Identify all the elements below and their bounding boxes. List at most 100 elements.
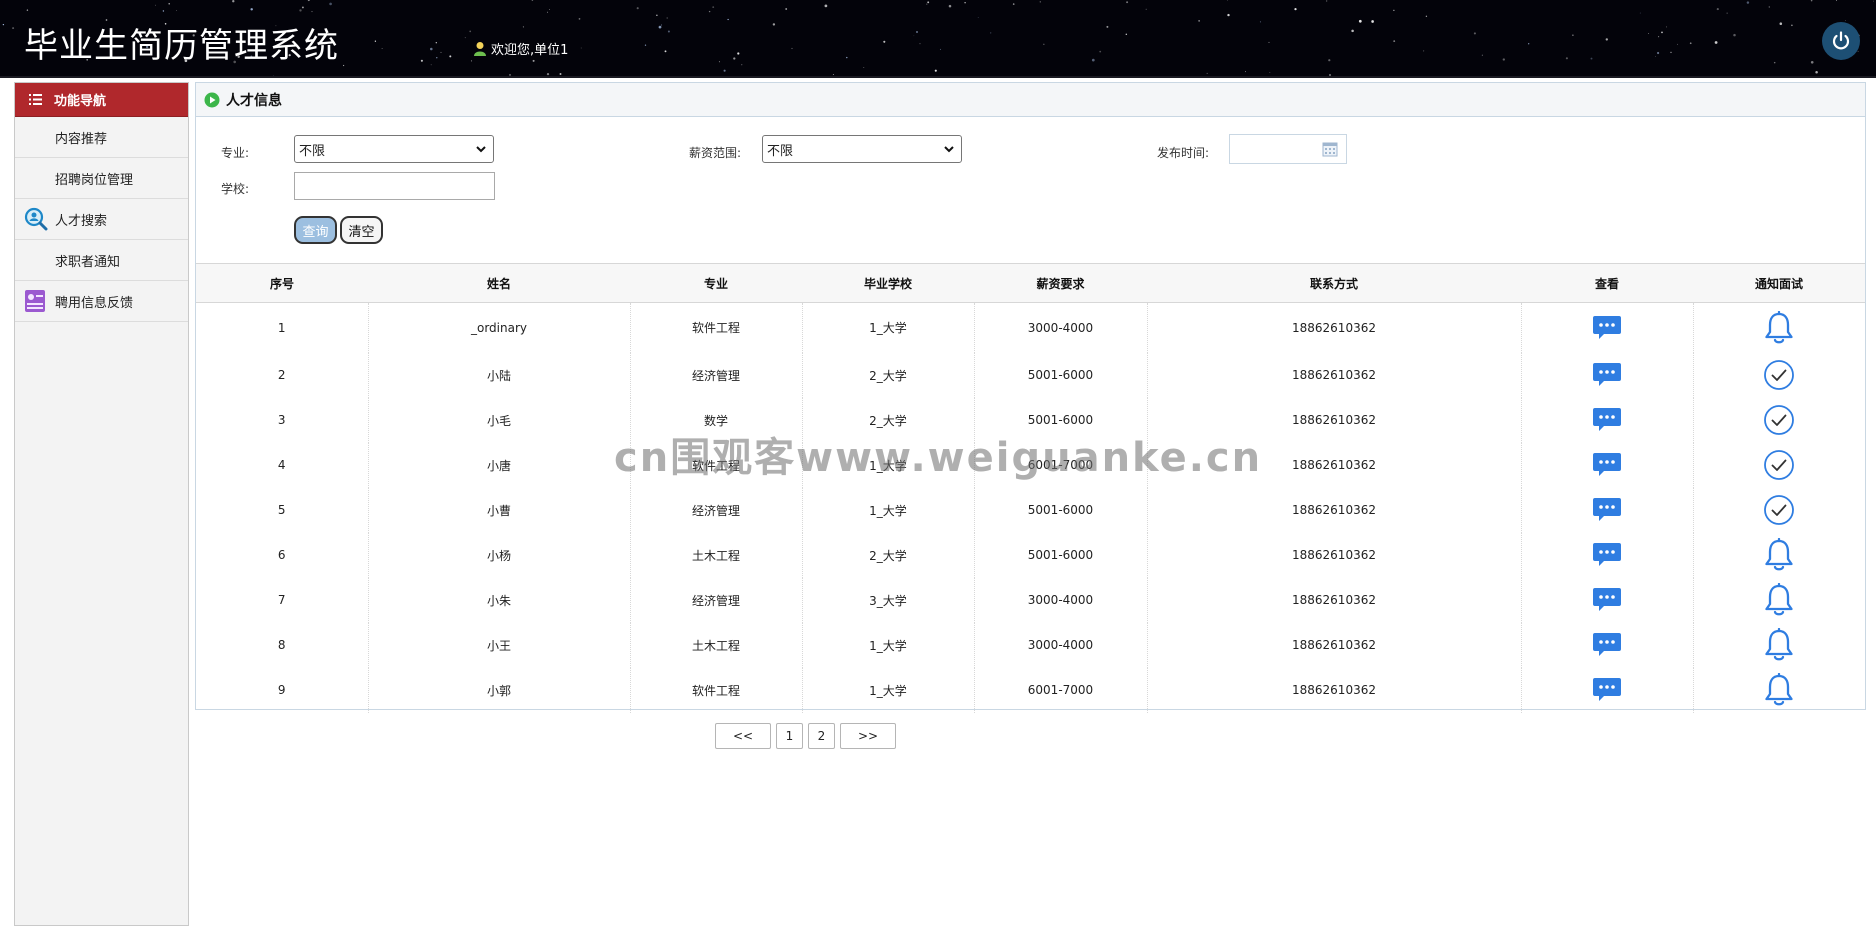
- message-icon[interactable]: [1592, 632, 1622, 658]
- sidebar-item-label: 内容推荐: [55, 131, 108, 147]
- sidebar-item-talent-search[interactable]: 人才搜索: [15, 199, 188, 240]
- star: [636, 7, 639, 10]
- sidebar-item-hire-feedback[interactable]: 聘用信息反馈: [15, 281, 188, 322]
- star: [381, 47, 383, 49]
- star: [658, 25, 662, 29]
- cell-name: 小曹: [368, 487, 631, 533]
- bell-icon[interactable]: [1763, 538, 1795, 572]
- star: [311, 11, 313, 13]
- check-circle-icon[interactable]: [1763, 404, 1795, 436]
- star: [1658, 36, 1660, 38]
- star: [1259, 21, 1261, 23]
- bell-icon[interactable]: [1763, 673, 1795, 707]
- star: [1125, 33, 1128, 36]
- star: [661, 24, 663, 26]
- star: [1845, 20, 1846, 21]
- talent-table: 序号 姓名 专业 毕业学校 薪资要求 联系方式 查看 通知面试 1 _ordina…: [196, 263, 1865, 713]
- message-icon[interactable]: [1592, 497, 1622, 523]
- star: [1872, 0, 1874, 2]
- column-header: 姓名: [368, 263, 630, 303]
- star: [342, 64, 345, 67]
- cell-view: [1521, 302, 1694, 353]
- prev-page-button[interactable]: <<: [715, 723, 771, 749]
- check-circle-icon[interactable]: [1763, 449, 1795, 481]
- page-button-1[interactable]: 1: [776, 723, 803, 749]
- message-icon[interactable]: [1592, 315, 1622, 341]
- major-label: 专业:: [221, 146, 250, 160]
- list-icon: [29, 94, 42, 105]
- message-icon[interactable]: [1592, 587, 1622, 613]
- star: [1145, 8, 1147, 10]
- star: [12, 27, 15, 30]
- message-icon[interactable]: [1592, 362, 1622, 388]
- sidebar-header[interactable]: 功能导航: [15, 83, 188, 117]
- cell-notify: [1693, 398, 1865, 443]
- cell-serial: 4: [196, 442, 369, 488]
- page-button-2[interactable]: 2: [808, 723, 835, 749]
- cell-name: 小郭: [368, 667, 631, 713]
- star: [2, 23, 5, 26]
- check-circle-icon[interactable]: [1763, 494, 1795, 526]
- star: [990, 32, 992, 34]
- star: [977, 16, 979, 18]
- bell-icon[interactable]: [1763, 310, 1795, 345]
- message-icon[interactable]: [1592, 407, 1622, 433]
- cell-serial: 8: [196, 622, 369, 668]
- cell-major: 土木工程: [630, 622, 803, 668]
- star: [916, 31, 918, 33]
- column-header: 查看: [1521, 263, 1693, 303]
- column-header: 专业: [630, 263, 802, 303]
- cell-serial: 2: [196, 352, 369, 398]
- sidebar-item-applicant-notice[interactable]: 求职者通知: [15, 240, 188, 281]
- star: [1326, 0, 1328, 2]
- star: [723, 69, 726, 72]
- star: [1481, 54, 1483, 56]
- star: [547, 11, 549, 13]
- star: [1565, 57, 1568, 60]
- panel-title: 人才信息: [226, 92, 282, 109]
- star: [1126, 1, 1129, 4]
- message-icon[interactable]: [1592, 542, 1622, 568]
- query-button[interactable]: 查询: [294, 216, 337, 244]
- star: [1294, 7, 1297, 11]
- star: [666, 17, 668, 19]
- talent-panel: 人才信息 专业: 不限 薪资范围: 不限 发布时间: 学校: 查询 清空 序号 …: [195, 82, 1866, 713]
- star: [1198, 20, 1200, 22]
- major-select[interactable]: 不限: [294, 135, 494, 163]
- bell-icon[interactable]: [1763, 583, 1795, 617]
- bell-icon[interactable]: [1763, 628, 1795, 662]
- cell-contact: 18862610362: [1147, 397, 1522, 443]
- star: [1726, 12, 1728, 14]
- clear-button[interactable]: 清空: [340, 216, 383, 244]
- star: [1648, 33, 1650, 34]
- school-input[interactable]: [294, 172, 495, 200]
- sidebar-item-job-management[interactable]: 招聘岗位管理: [15, 158, 188, 199]
- star: [299, 9, 302, 12]
- cell-serial: 6: [196, 532, 369, 578]
- next-page-button[interactable]: >>: [840, 723, 896, 749]
- message-icon[interactable]: [1592, 452, 1622, 478]
- message-icon[interactable]: [1592, 677, 1622, 703]
- sidebar: 功能导航 内容推荐 招聘岗位管理 人才搜索 求职者通知 聘用信息反馈: [14, 82, 189, 926]
- sidebar-item-content-recommend[interactable]: 内容推荐: [15, 117, 188, 158]
- salary-select[interactable]: 不限: [762, 135, 962, 163]
- cell-name: _ordinary: [368, 302, 631, 353]
- power-icon: [1832, 31, 1850, 50]
- star: [741, 64, 743, 66]
- star: [1371, 20, 1374, 23]
- star: [1043, 43, 1045, 45]
- star: [1791, 24, 1793, 27]
- star: [1039, 1, 1041, 3]
- chevron-down-icon: [944, 146, 954, 153]
- table-header-row: 序号 姓名 专业 毕业学校 薪资要求 联系方式 查看 通知面试: [196, 263, 1865, 303]
- logout-button[interactable]: [1822, 22, 1860, 60]
- star: [449, 55, 452, 58]
- star: [469, 30, 472, 33]
- star: [1677, 43, 1678, 45]
- play-circle-icon: [204, 92, 220, 107]
- cell-school: 1_大学: [802, 622, 975, 668]
- check-circle-icon[interactable]: [1763, 359, 1795, 391]
- star: [430, 64, 432, 66]
- publish-time-input[interactable]: [1229, 134, 1347, 164]
- cell-name: 小王: [368, 622, 631, 668]
